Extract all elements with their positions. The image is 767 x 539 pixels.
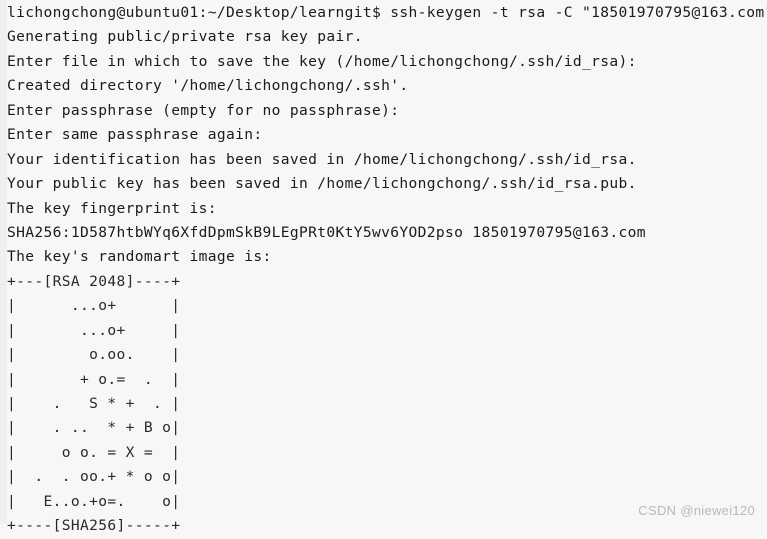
terminal-left-margin bbox=[0, 0, 7, 524]
terminal-line-fingerprint-value: SHA256:1D587htbWYq6XfdDpmSkB9LEgPRt0KtY5… bbox=[7, 223, 646, 241]
randomart-row: | o.oo. | bbox=[7, 346, 181, 364]
terminal-line-command: lichongchong@ubuntu01:~/Desktop/learngit… bbox=[7, 4, 767, 21]
terminal-line-enter-file: Enter file in which to save the key (/ho… bbox=[7, 52, 637, 70]
terminal-output: lichongchong@ubuntu01:~/Desktop/learngit… bbox=[7, 1, 767, 539]
terminal-line-enter-same-passphrase: Enter same passphrase again: bbox=[7, 126, 263, 144]
terminal-line-generating: Generating public/private rsa key pair. bbox=[7, 28, 363, 46]
terminal-line-created-directory: Created directory '/home/lichongchong/.s… bbox=[7, 77, 409, 95]
randomart-row: | . . oo.+ * o o| bbox=[7, 468, 181, 486]
randomart-row: | ...o+ | bbox=[7, 297, 181, 315]
randomart-row: | ...o+ | bbox=[7, 321, 181, 339]
terminal-line-identification-saved: Your identification has been saved in /h… bbox=[7, 150, 637, 168]
csdn-watermark: CSDN @niewei120 bbox=[638, 503, 755, 518]
terminal-line-public-key-saved: Your public key has been saved in /home/… bbox=[7, 175, 637, 193]
randomart-header: +---[RSA 2048]----+ bbox=[7, 272, 181, 290]
randomart-row: | . S * + . | bbox=[7, 395, 181, 412]
terminal-line-randomart-label: The key's randomart image is: bbox=[7, 248, 272, 266]
randomart-row: | . .. * + B o| bbox=[7, 419, 181, 437]
randomart-row: | o o. = X = | bbox=[7, 443, 181, 461]
terminal-line-fingerprint-label: The key fingerprint is: bbox=[7, 199, 217, 217]
randomart-row: | + o.= . | bbox=[7, 370, 181, 388]
terminal-line-enter-passphrase: Enter passphrase (empty for no passphras… bbox=[7, 101, 400, 119]
terminal-window[interactable]: lichongchong@ubuntu01:~/Desktop/learngit… bbox=[0, 0, 767, 534]
